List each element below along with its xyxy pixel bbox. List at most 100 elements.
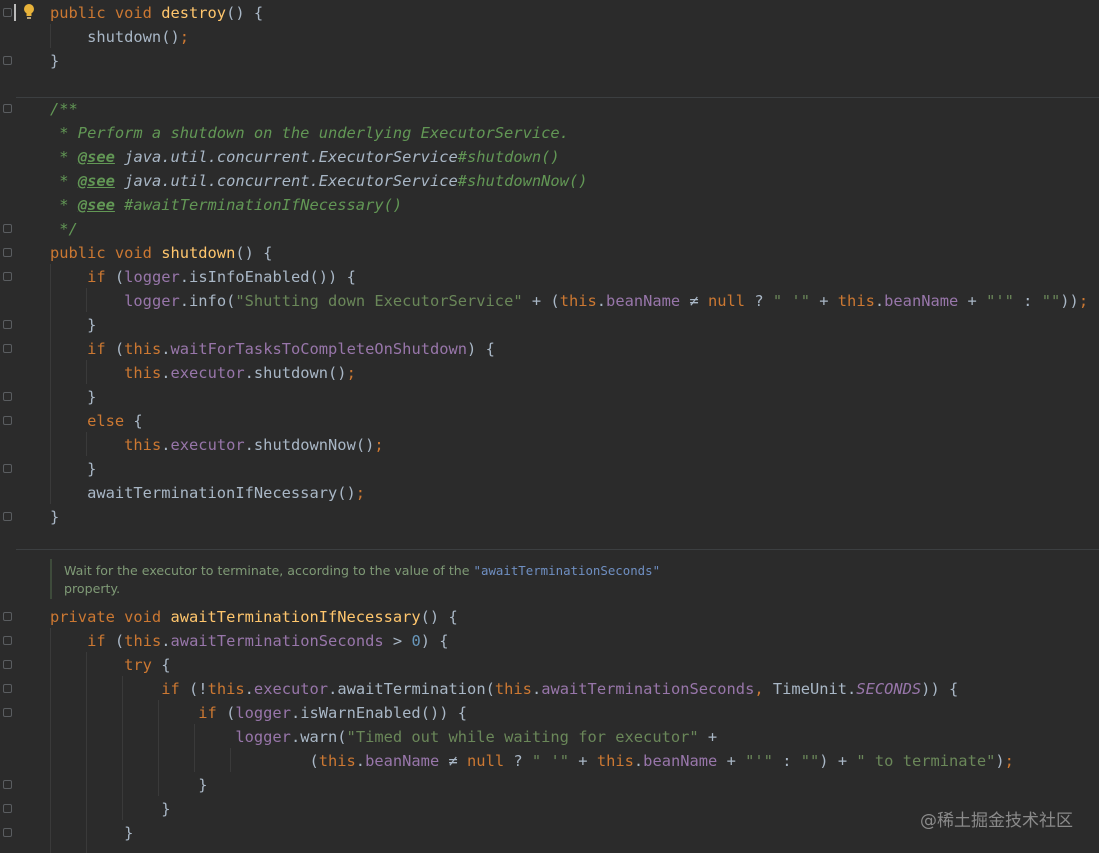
code-token: . [874,292,885,310]
fold-icon[interactable] [3,612,12,621]
code-line[interactable]: if (logger.isWarnEnabled()) { [50,701,467,725]
code-line[interactable]: } [50,821,133,845]
code-token: ; [355,484,366,502]
code-line[interactable]: * @see java.util.concurrent.ExecutorServ… [50,169,587,193]
code-token: private void [50,608,171,626]
code-token: () { [420,608,458,626]
code-token: null [467,752,505,770]
code-line[interactable]: public void shutdown() { [50,241,272,265]
fold-icon[interactable] [3,780,12,789]
fold-icon[interactable] [3,56,12,65]
code-line[interactable]: * @see #awaitTerminationIfNecessary() [50,193,402,217]
code-line[interactable]: this.executor.shutdown(); [50,361,356,385]
doc-code-ref[interactable]: "awaitTerminationSeconds" [474,563,661,578]
code-token: } [50,52,60,70]
code-line[interactable]: logger.info("Shutting down ExecutorServi… [50,289,1088,313]
code-line[interactable]: if (this.waitForTasksToCompleteOnShutdow… [50,337,495,361]
code-line[interactable]: if (this.awaitTerminationSeconds > 0) { [50,629,448,653]
code-token: ) + [819,752,857,770]
code-line[interactable]: } [50,773,207,797]
code-token: if [87,268,115,286]
fold-icon[interactable] [3,344,12,353]
fold-icon[interactable] [3,464,12,473]
code-token: * [50,172,78,190]
fold-icon[interactable] [3,320,12,329]
code-token: . [355,752,366,770]
code-token: "" [800,752,820,770]
fold-icon[interactable] [3,416,12,425]
code-token: @see [77,196,115,214]
code-token: this [124,364,162,382]
fold-icon[interactable] [3,104,12,113]
code-line[interactable]: /** [50,97,78,121]
code-token: this [837,292,875,310]
fold-icon[interactable] [3,8,12,17]
fold-icon[interactable] [3,804,12,813]
code-line[interactable]: * @see java.util.concurrent.ExecutorServ… [50,145,559,169]
fold-icon[interactable] [3,828,12,837]
code-token: } [50,460,97,478]
code-line[interactable]: } [50,313,96,337]
code-token: )) { [921,680,959,698]
fold-icon[interactable] [3,660,12,669]
fold-icon[interactable] [3,512,12,521]
code-token: , [754,680,773,698]
code-token: .warn( [290,728,347,746]
code-token: "Shutting down ExecutorService" [235,292,523,310]
watermark: @稀土掘金技术社区 [920,811,1073,831]
code-line[interactable]: logger.warn("Timed out while waiting for… [50,725,717,749]
code-token: else [87,412,134,430]
code-line[interactable]: (this.beanName ≠ null ? " '" + this.bean… [50,749,1014,773]
fold-icon[interactable] [3,272,12,281]
code-line[interactable]: this.executor.shutdownNow(); [50,433,384,457]
code-token: . [244,680,254,698]
code-token: + [717,752,746,770]
code-line[interactable]: public void destroy() { [50,1,263,25]
code-token: public void [50,244,162,262]
lightbulb-icon[interactable] [22,3,36,21]
code-token: 0 [411,632,421,650]
code-line[interactable]: private void awaitTerminationIfNecessary… [50,605,458,629]
code-line[interactable]: } [50,505,59,529]
code-token: . [531,680,542,698]
code-line[interactable]: */ [50,217,78,241]
code-line[interactable]: if (logger.isInfoEnabled()) { [50,265,356,289]
code-token: .isWarnEnabled()) { [290,704,468,722]
code-line[interactable]: } [50,385,96,409]
code-token: logger [124,292,180,310]
code-token: { [133,412,143,430]
code-token: : [1013,292,1042,310]
code-line[interactable]: * Perform a shutdown on the underlying E… [50,121,569,145]
fold-icon[interactable] [3,224,12,233]
code-line[interactable]: } [50,797,170,821]
code-line[interactable]: if (!this.executor.awaitTermination(this… [50,677,958,701]
doc-text: Wait for the executor to terminate, acco… [64,563,474,578]
code-line[interactable]: awaitTerminationIfNecessary(); [50,481,365,505]
code-token: waitForTasksToCompleteOnShutdown [170,340,468,358]
code-token: ( [114,268,125,286]
code-token: awaitTerminationIfNecessary() [50,484,356,502]
code-token: try [124,656,162,674]
fold-icon[interactable] [3,708,12,717]
code-token: java.util.concurrent.ExecutorService [124,148,458,166]
fold-icon[interactable] [3,392,12,401]
code-token: null [708,292,746,310]
fold-icon[interactable] [3,636,12,645]
fold-icon[interactable] [3,684,12,693]
code-line[interactable]: } [50,457,96,481]
code-line[interactable]: } [50,49,59,73]
code-editor[interactable]: public void destroy() { shutdown();}/** … [0,0,1099,853]
fold-icon[interactable] [3,248,12,257]
code-token: } [50,388,97,406]
code-line[interactable]: try { [50,653,170,677]
code-token: this [596,752,634,770]
code-line[interactable]: else { [50,409,143,433]
text-caret [14,4,16,21]
code-line[interactable]: shutdown(); [50,25,189,49]
code-token: #awaitTerminationIfNecessary() [114,196,403,214]
